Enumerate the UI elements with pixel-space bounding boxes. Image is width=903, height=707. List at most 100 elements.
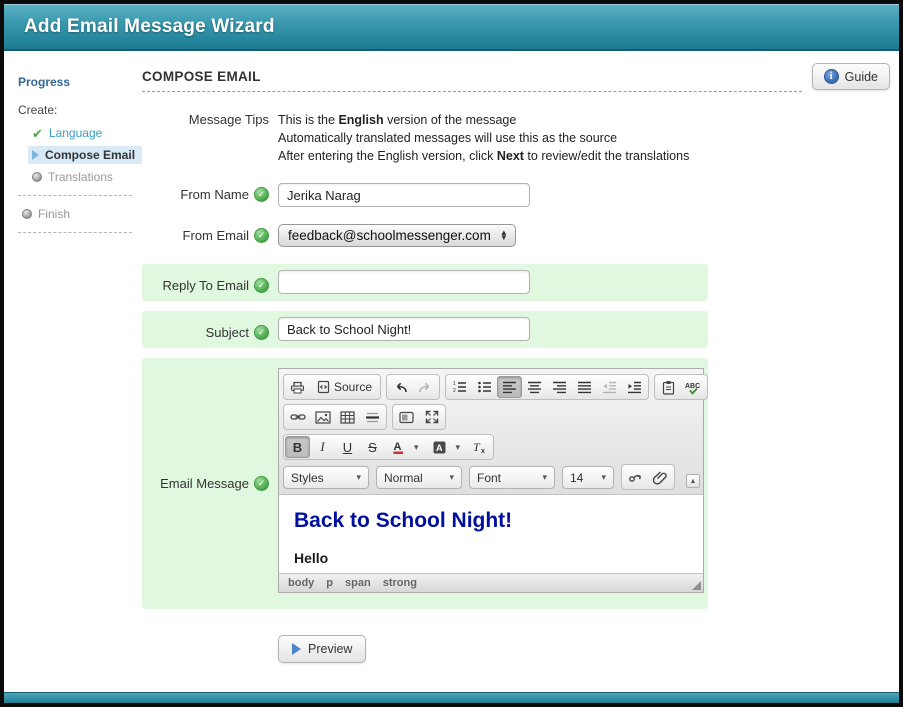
italic-button[interactable]: I — [310, 436, 335, 458]
page-title: COMPOSE EMAIL — [142, 69, 802, 84]
table-icon[interactable] — [335, 406, 360, 428]
editor-content[interactable]: Back to School Night! Hello — [279, 495, 703, 573]
paste-icon[interactable] — [656, 376, 681, 398]
iframe-icon[interactable] — [394, 406, 419, 428]
bullet-list-icon[interactable] — [472, 376, 497, 398]
valid-check-icon: ✓ — [254, 476, 269, 491]
from-name-row: From Name ✓ — [142, 183, 708, 207]
resize-handle[interactable] — [692, 581, 701, 590]
compose-form: Message Tips This is the English version… — [142, 108, 708, 707]
path-body[interactable]: body — [288, 577, 314, 589]
numbered-list-icon[interactable]: 12 — [447, 376, 472, 398]
text-color-icon[interactable]: A ▾ — [385, 436, 426, 458]
font-dropdown[interactable]: Font ▾ — [469, 466, 555, 489]
tip-line-3: After entering the English version, clic… — [278, 147, 689, 165]
align-right-icon[interactable] — [547, 376, 572, 398]
format-dropdown[interactable]: Normal ▾ — [376, 466, 462, 489]
undo-icon[interactable] — [388, 376, 413, 398]
chevron-down-icon: ▾ — [542, 472, 547, 483]
info-icon: i — [824, 69, 839, 84]
rich-text-editor: Source — [278, 368, 704, 593]
sidebar-item-compose-email[interactable]: Compose Email — [28, 146, 142, 164]
font-dropdown-label: Font — [477, 471, 501, 485]
format-dropdown-label: Normal — [384, 471, 423, 485]
collapse-toolbar-button[interactable]: ▲ — [686, 474, 700, 488]
outdent-icon[interactable] — [597, 376, 622, 398]
styles-dropdown[interactable]: Styles ▾ — [283, 466, 369, 489]
window-title: Add Email Message Wizard — [24, 16, 275, 38]
underline-button[interactable]: U — [335, 436, 360, 458]
tip-line-2: Automatically translated messages will u… — [278, 129, 689, 147]
select-arrows-icon: ▲▼ — [500, 231, 508, 240]
preview-button[interactable]: Preview — [278, 635, 366, 663]
reply-to-email-row: Reply To Email ✓ — [142, 264, 708, 301]
email-message-row: Email Message ✓ — [142, 358, 708, 609]
editor-paragraph-text: Hello — [294, 550, 688, 566]
source-button[interactable]: Source — [310, 376, 379, 398]
source-button-label: Source — [334, 380, 372, 394]
background-color-icon[interactable]: A ▾ — [426, 436, 468, 458]
wizard-window: Add Email Message Wizard Progress Create… — [0, 0, 903, 707]
reply-to-email-label: Reply To Email — [163, 278, 249, 293]
from-email-row: From Email ✓ feedback@schoolmessenger.co… — [142, 224, 708, 247]
valid-check-icon: ✓ — [254, 228, 269, 243]
path-p[interactable]: p — [326, 577, 333, 589]
from-name-input[interactable] — [278, 183, 530, 207]
editor-toolbar: Source — [279, 369, 703, 495]
check-icon: ✔ — [32, 127, 43, 140]
subject-label: Subject — [206, 325, 249, 340]
progress-sidebar: Progress Create: ✔ Language Compose Emai… — [4, 69, 142, 707]
preview-button-label: Preview — [308, 642, 352, 656]
path-span[interactable]: span — [345, 577, 371, 589]
maximize-icon[interactable] — [419, 406, 444, 428]
from-email-selected-value: feedback@schoolmessenger.com — [288, 228, 491, 243]
message-tips-label: Message Tips — [142, 108, 278, 127]
bold-button[interactable]: B — [285, 436, 310, 458]
svg-text:2: 2 — [453, 388, 456, 394]
styles-dropdown-label: Styles — [291, 471, 324, 485]
editor-heading-text: Back to School Night! — [294, 509, 688, 533]
remove-format-icon[interactable]: Tx — [467, 436, 492, 458]
sidebar-item-label: Translations — [48, 170, 113, 184]
spellcheck-icon[interactable]: ABC — [681, 376, 706, 398]
print-icon[interactable] — [285, 376, 310, 398]
tip-line-1: This is the English version of the messa… — [278, 111, 689, 129]
guide-button-label: Guide — [845, 70, 878, 84]
section-header: COMPOSE EMAIL i Guide — [142, 69, 802, 92]
source-icon — [317, 380, 330, 394]
merge-field-icon[interactable] — [623, 466, 648, 488]
window-footer-bar — [4, 692, 899, 703]
redo-icon[interactable] — [413, 376, 438, 398]
from-email-select[interactable]: feedback@schoolmessenger.com ▲▼ — [278, 224, 516, 247]
sidebar-item-label: Finish — [38, 207, 70, 221]
justify-icon[interactable] — [572, 376, 597, 398]
chevron-down-icon: ▾ — [356, 472, 361, 483]
wizard-body: Progress Create: ✔ Language Compose Emai… — [4, 51, 899, 707]
image-icon[interactable] — [310, 406, 335, 428]
path-strong[interactable]: strong — [383, 577, 417, 589]
sidebar-item-label: Language — [49, 126, 102, 140]
indent-icon[interactable] — [622, 376, 647, 398]
link-icon[interactable] — [285, 406, 310, 428]
progress-group-label: Create: — [18, 103, 142, 117]
sidebar-item-finish[interactable]: Finish — [18, 205, 142, 223]
chevron-down-icon: ▾ — [449, 472, 454, 483]
subject-input[interactable] — [278, 317, 530, 341]
strikethrough-button[interactable]: S — [360, 436, 385, 458]
align-left-icon[interactable] — [497, 376, 522, 398]
font-size-dropdown[interactable]: 14 ▾ — [562, 466, 614, 489]
reply-to-email-input[interactable] — [278, 270, 530, 294]
attachment-icon[interactable] — [648, 466, 673, 488]
circle-icon — [22, 209, 32, 219]
sidebar-item-translations[interactable]: Translations — [28, 168, 142, 186]
progress-heading: Progress — [18, 75, 142, 89]
horizontal-rule-icon[interactable] — [360, 406, 385, 428]
align-center-icon[interactable] — [522, 376, 547, 398]
valid-check-icon: ✓ — [254, 278, 269, 293]
from-email-label: From Email — [183, 228, 249, 243]
sidebar-item-language[interactable]: ✔ Language — [28, 124, 142, 142]
chevron-down-icon: ▾ — [601, 472, 606, 483]
font-size-dropdown-label: 14 — [570, 471, 583, 485]
valid-check-icon: ✓ — [254, 325, 269, 340]
guide-button[interactable]: i Guide — [812, 63, 890, 90]
